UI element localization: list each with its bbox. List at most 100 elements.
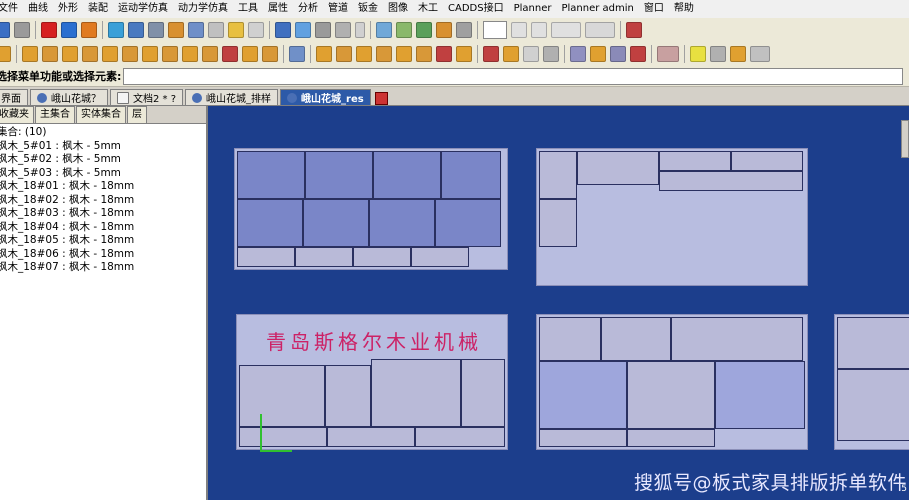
lamp-icon[interactable] <box>228 22 244 38</box>
grid-icon[interactable] <box>710 46 726 62</box>
tool-b-icon[interactable] <box>336 46 352 62</box>
menu-window[interactable]: 窗口 <box>639 0 669 18</box>
export-icon[interactable] <box>289 46 305 62</box>
part-panel[interactable] <box>441 151 501 199</box>
part-panel[interactable] <box>659 171 803 191</box>
part-panel[interactable] <box>577 151 659 185</box>
lightning-icon[interactable] <box>690 46 706 62</box>
tool-f-icon[interactable] <box>416 46 432 62</box>
menu-planner[interactable]: Planner <box>509 0 557 18</box>
edge-icon[interactable] <box>162 46 178 62</box>
cabinet-icon[interactable] <box>102 46 118 62</box>
part-panel[interactable] <box>731 151 803 171</box>
nesting-sheet[interactable] <box>536 148 808 286</box>
part-panel[interactable] <box>373 151 441 199</box>
part-panel[interactable] <box>539 429 627 447</box>
clock-icon[interactable] <box>248 22 264 38</box>
menu-woodwork[interactable]: 木工 <box>413 0 443 18</box>
report-icon[interactable] <box>570 46 586 62</box>
menu-kinematics[interactable]: 运动学仿真 <box>113 0 173 18</box>
tree-item[interactable]: 枫木_18#02 : 枫木 - 18mm <box>0 194 206 208</box>
shelf-icon[interactable] <box>82 46 98 62</box>
part-panel[interactable] <box>627 361 715 429</box>
command-input[interactable] <box>123 67 903 85</box>
tab-interface[interactable]: 界面 <box>0 89 28 105</box>
tab-layers[interactable]: 层 <box>127 106 147 123</box>
part-panel[interactable] <box>539 199 577 247</box>
part-panel[interactable] <box>539 151 577 199</box>
dash-style-icon[interactable] <box>531 22 547 38</box>
part-panel[interactable] <box>601 317 671 361</box>
board-icon[interactable] <box>22 46 38 62</box>
part-panel[interactable] <box>539 317 601 361</box>
menu-analysis[interactable]: 分析 <box>293 0 323 18</box>
calculator-icon[interactable] <box>148 22 164 38</box>
sheet-icon[interactable] <box>543 46 559 62</box>
tab-entity-collection[interactable]: 实体集合 <box>76 106 126 123</box>
menu-dynamics[interactable]: 动力学仿真 <box>173 0 233 18</box>
tree-header[interactable]: 集合: (10) <box>0 126 206 140</box>
tool-c-icon[interactable] <box>356 46 372 62</box>
label-icon[interactable] <box>590 46 606 62</box>
part-panel[interactable] <box>659 151 731 171</box>
menu-image[interactable]: 图像 <box>383 0 413 18</box>
part-panel[interactable] <box>539 361 627 429</box>
part-panel[interactable] <box>837 369 909 441</box>
view-icon[interactable] <box>436 22 452 38</box>
part-panel[interactable] <box>837 317 909 369</box>
list-icon[interactable] <box>610 46 626 62</box>
hole-icon[interactable] <box>202 46 218 62</box>
tab-eshan-nesting[interactable]: 峨山花城_排样 <box>185 89 279 105</box>
drawer-icon[interactable] <box>62 46 78 62</box>
stack-icon[interactable] <box>523 46 539 62</box>
part-panel[interactable] <box>237 247 295 267</box>
part-panel[interactable] <box>415 427 505 447</box>
undo-icon[interactable] <box>61 22 77 38</box>
part-panel[interactable] <box>435 199 501 247</box>
hammer-icon[interactable] <box>168 22 184 38</box>
pattern-icon[interactable] <box>315 22 331 38</box>
part-panel[interactable] <box>237 151 305 199</box>
tree-item[interactable]: 枫木_5#02 : 枫木 - 5mm <box>0 153 206 167</box>
tab-main-collection[interactable]: 主集合 <box>35 106 75 123</box>
tree-item[interactable]: 枫木_18#01 : 枫木 - 18mm <box>0 180 206 194</box>
part-panel[interactable] <box>461 359 505 427</box>
menu-cadds[interactable]: CADDS接口 <box>443 0 509 18</box>
nest-icon[interactable] <box>503 46 519 62</box>
menu-tools[interactable]: 工具 <box>233 0 263 18</box>
key-icon[interactable] <box>730 46 746 62</box>
menu-help[interactable]: 帮助 <box>669 0 699 18</box>
box-icon[interactable] <box>42 46 58 62</box>
part-panel[interactable] <box>411 247 469 267</box>
part-panel[interactable] <box>353 247 411 267</box>
pan-icon[interactable] <box>396 22 412 38</box>
tree-item[interactable]: 枫木_18#06 : 枫木 - 18mm <box>0 248 206 262</box>
part-panel[interactable] <box>325 365 371 427</box>
measure-icon[interactable] <box>128 22 144 38</box>
part-panel[interactable] <box>671 317 803 361</box>
frame-icon[interactable] <box>242 46 258 62</box>
menu-curve[interactable]: 曲线 <box>23 0 53 18</box>
table-icon[interactable] <box>188 22 204 38</box>
hatch-icon[interactable] <box>585 22 615 38</box>
hook-icon[interactable] <box>335 22 351 38</box>
close-tab-icon[interactable] <box>374 92 388 105</box>
nesting-sheet[interactable] <box>834 314 909 450</box>
nesting-sheet[interactable] <box>536 314 808 450</box>
part-panel[interactable] <box>237 199 303 247</box>
check-icon[interactable] <box>295 22 311 38</box>
cut-icon[interactable] <box>222 46 238 62</box>
print-icon[interactable] <box>14 22 30 38</box>
color-selector[interactable] <box>483 21 507 39</box>
warehouse-icon[interactable] <box>630 46 646 62</box>
part-panel[interactable] <box>369 199 435 247</box>
line-style-icon[interactable] <box>551 22 581 38</box>
panel-icon[interactable] <box>0 46 11 62</box>
point-style-icon[interactable] <box>511 22 527 38</box>
groove-icon[interactable] <box>182 46 198 62</box>
red-box-icon[interactable] <box>483 46 499 62</box>
menu-shape[interactable]: 外形 <box>53 0 83 18</box>
part-panel[interactable] <box>327 427 415 447</box>
part-panel[interactable] <box>627 429 715 447</box>
part-panel[interactable] <box>305 151 373 199</box>
